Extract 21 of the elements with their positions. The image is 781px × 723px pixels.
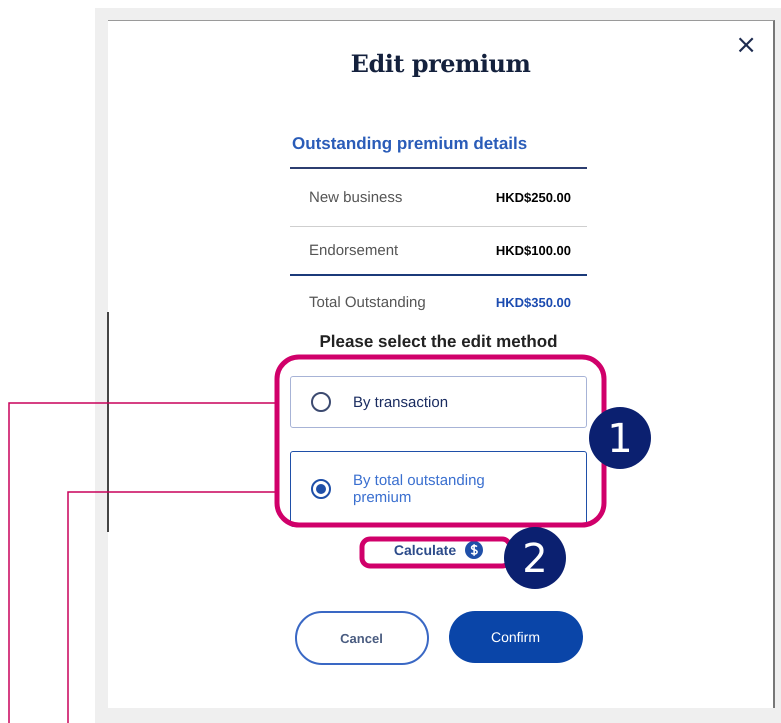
option-label: By total outstanding premium bbox=[353, 472, 486, 506]
row-label: Total Outstanding bbox=[309, 294, 426, 310]
radio-option[interactable]: By transaction bbox=[290, 376, 587, 428]
option-label: By transaction bbox=[353, 394, 450, 410]
cancel-button[interactable]: Cancel bbox=[294, 611, 428, 665]
dialog-title: Edit premium bbox=[350, 49, 530, 78]
callout-badge: 1 bbox=[589, 407, 651, 469]
confirm-button[interactable]: Confirm bbox=[448, 611, 582, 663]
row-label: New business bbox=[309, 189, 402, 206]
dollar-coin-icon bbox=[465, 541, 484, 559]
row-label: Endorsement bbox=[309, 242, 398, 259]
prompt-text: Please select the edit method bbox=[318, 332, 559, 352]
radio-button[interactable] bbox=[311, 479, 331, 499]
amount-value: HKD$350.00 bbox=[496, 294, 571, 310]
amount-value: HKD$250.00 bbox=[496, 190, 571, 205]
calculate-link[interactable]: Calculate bbox=[394, 542, 456, 558]
callout-badge: 2 bbox=[504, 527, 566, 589]
close-button[interactable]: × bbox=[735, 33, 757, 57]
radio-button[interactable] bbox=[311, 392, 331, 412]
section-heading: Outstanding premium details bbox=[290, 134, 587, 169]
amount-value: HKD$100.00 bbox=[496, 243, 571, 258]
